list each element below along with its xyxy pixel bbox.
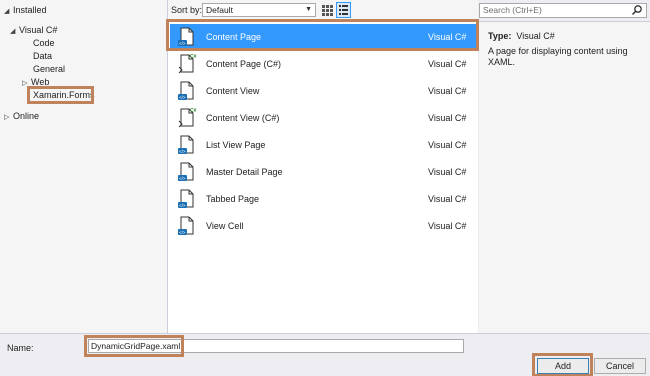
- template-row[interactable]: </> Tabbed Page Visual C#: [170, 186, 476, 212]
- tree-node-online[interactable]: ▷ Online: [4, 110, 39, 123]
- cancel-button[interactable]: Cancel: [594, 358, 646, 374]
- xaml-page-icon: </>: [177, 161, 197, 183]
- template-name: Content View: [206, 86, 260, 96]
- name-label: Name:: [7, 343, 34, 353]
- tree-label: General: [33, 64, 66, 74]
- bottom-bar: Name: DynamicGridPage.xaml Add Cancel: [0, 333, 650, 376]
- list-view-button[interactable]: [336, 2, 351, 18]
- csharp-page-icon: C#: [177, 53, 197, 75]
- tree-node-installed[interactable]: ◢ Installed: [4, 4, 47, 17]
- template-language: Visual C#: [428, 194, 467, 204]
- type-label: Type:: [488, 31, 512, 41]
- tree-node-visual-csharp[interactable]: ◢ Visual C#: [10, 24, 57, 37]
- chevron-down-icon: ▼: [305, 6, 312, 13]
- template-name: List View Page: [206, 140, 266, 150]
- svg-text:C#: C#: [190, 108, 197, 114]
- template-row[interactable]: </> View Cell Visual C#: [170, 213, 476, 239]
- svg-text:</>: </>: [179, 149, 186, 154]
- highlight-box-add: [532, 353, 593, 376]
- template-info-panel: Type: Visual C# A page for displaying co…: [479, 21, 650, 333]
- tree-node-code[interactable]: Code: [33, 37, 55, 50]
- search-placeholder: Search (Ctrl+E): [483, 5, 542, 15]
- csharp-page-icon: C#: [177, 107, 197, 129]
- sort-toolbar: Sort by: Default ▼: [168, 0, 478, 21]
- tree-label: Online: [13, 111, 40, 121]
- template-row[interactable]: C# Content Page (C#) Visual C#: [170, 51, 476, 77]
- sort-by-dropdown[interactable]: Default ▼: [202, 3, 316, 17]
- type-line: Type: Visual C#: [488, 31, 555, 41]
- collapsed-arrow-icon[interactable]: ▷: [4, 111, 13, 124]
- expanded-arrow-icon[interactable]: ◢: [4, 5, 13, 18]
- svg-text:</>: </>: [179, 230, 186, 235]
- template-row[interactable]: </> List View Page Visual C#: [170, 132, 476, 158]
- template-name: View Cell: [206, 221, 244, 231]
- template-list: </> Content Page Visual C# C# Content Page (…: [168, 21, 478, 333]
- tree-node-data[interactable]: Data: [33, 50, 52, 63]
- template-language: Visual C#: [428, 113, 467, 123]
- list-view-icon: [339, 5, 348, 15]
- tree-label: Data: [33, 51, 53, 61]
- search-icon[interactable]: [631, 4, 643, 16]
- template-name: Content View (C#): [206, 113, 280, 123]
- xaml-page-icon: </>: [177, 188, 197, 210]
- svg-text:</>: </>: [179, 176, 186, 181]
- tree-label: Installed: [13, 5, 47, 15]
- svg-text:C#: C#: [190, 54, 197, 60]
- template-language: Visual C#: [428, 167, 467, 177]
- highlight-box-name: [84, 335, 184, 357]
- tree-label: Visual C#: [19, 25, 58, 35]
- template-language: Visual C#: [428, 140, 467, 150]
- template-name: Master Detail Page: [206, 167, 283, 177]
- template-name: Content Page (C#): [206, 59, 282, 69]
- template-row[interactable]: C# Content View (C#) Visual C#: [170, 105, 476, 131]
- search-input[interactable]: Search (Ctrl+E): [479, 3, 647, 18]
- template-language: Visual C#: [428, 86, 467, 96]
- svg-text:</>: </>: [179, 203, 186, 208]
- template-description: A page for displaying content using XAML…: [488, 46, 628, 67]
- template-row[interactable]: </> Content View Visual C#: [170, 78, 476, 104]
- grid-view-button[interactable]: [320, 3, 334, 17]
- type-value: Visual C#: [516, 31, 555, 41]
- tree-label: Code: [33, 38, 55, 48]
- grid-view-icon: [322, 5, 333, 16]
- template-row[interactable]: </> Master Detail Page Visual C#: [170, 159, 476, 185]
- sort-by-value: Default: [206, 5, 233, 15]
- template-tree: ◢ Installed ◢ Visual C# Code Data General …: [0, 0, 168, 333]
- highlight-box-xamarin-forms: [27, 86, 94, 104]
- template-language: Visual C#: [428, 59, 467, 69]
- xaml-page-icon: </>: [177, 80, 197, 102]
- template-name: Tabbed Page: [206, 194, 260, 204]
- xaml-page-icon: </>: [177, 215, 197, 237]
- sort-by-label: Sort by:: [171, 5, 203, 15]
- highlight-box-content-page: [166, 19, 479, 51]
- tree-node-general[interactable]: General: [33, 63, 65, 76]
- xaml-page-icon: </>: [177, 134, 197, 156]
- template-language: Visual C#: [428, 221, 467, 231]
- svg-text:</>: </>: [179, 95, 186, 100]
- expanded-arrow-icon[interactable]: ◢: [10, 25, 19, 38]
